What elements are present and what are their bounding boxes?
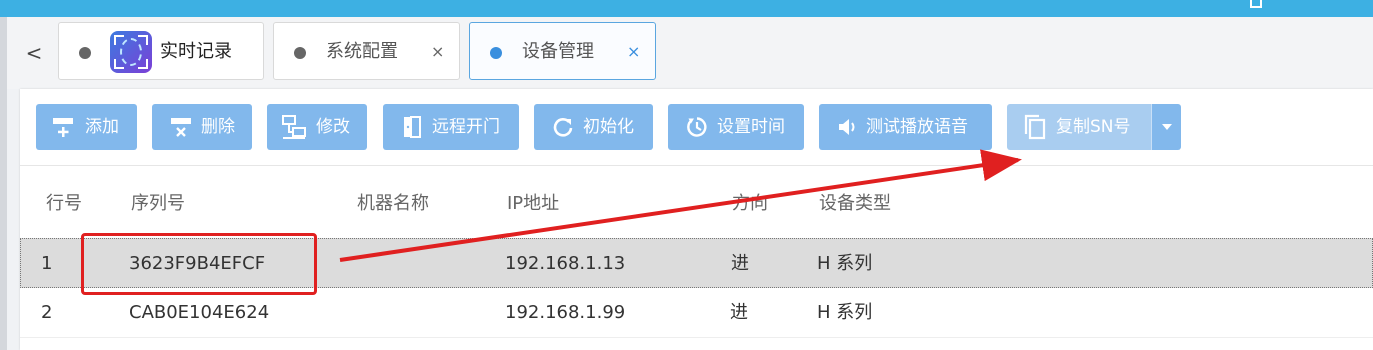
device-panel: 添加 删除 修改 远程开门 初始化 设置时间 测试播放语音 复制SN号 行号 序… (20, 89, 1373, 350)
cell-direction: 进 (731, 253, 749, 274)
toolbar: 添加 删除 修改 远程开门 初始化 设置时间 测试播放语音 复制SN号 (20, 89, 1373, 166)
remove-device-icon (171, 118, 191, 137)
edit-device-icon (282, 115, 306, 139)
cell-device-type: H 系列 (817, 253, 873, 274)
clock-icon (687, 117, 707, 137)
tab-system-config[interactable]: 系统配置 × (273, 22, 460, 80)
button-label: 添加 (85, 117, 119, 137)
initialize-button[interactable]: 初始化 (534, 104, 653, 150)
tab-label: 设备管理 (522, 41, 594, 62)
button-label: 初始化 (583, 117, 634, 137)
refresh-icon (553, 118, 573, 137)
cell-row-number: 2 (41, 302, 53, 323)
edit-button[interactable]: 修改 (267, 104, 367, 150)
column-header-device-type[interactable]: 设备类型 (819, 192, 891, 216)
close-icon[interactable]: × (627, 42, 640, 62)
tab-realtime-records[interactable]: 实时记录 (58, 22, 264, 80)
tab-status-dot (79, 47, 91, 59)
left-edge (0, 17, 7, 350)
tab-label: 系统配置 (326, 41, 398, 62)
tab-device-management[interactable]: 设备管理 × (469, 22, 656, 80)
tab-status-dot (490, 47, 502, 59)
add-device-icon (53, 118, 73, 137)
button-label: 修改 (316, 117, 350, 137)
cell-ip-address: 192.168.1.13 (505, 253, 626, 274)
button-label: 测试播放语音 (866, 117, 968, 137)
button-label: 远程开门 (432, 117, 500, 137)
set-time-button[interactable]: 设置时间 (668, 104, 804, 150)
annotation-highlight-box (81, 233, 317, 295)
copy-sn-dropdown-arrow[interactable] (1151, 104, 1181, 150)
delete-button[interactable]: 删除 (152, 104, 252, 150)
test-voice-button[interactable]: 测试播放语音 (819, 104, 992, 150)
cell-ip-address: 192.168.1.99 (505, 302, 626, 323)
copy-sn-button[interactable]: 复制SN号 (1007, 104, 1151, 150)
add-button[interactable]: 添加 (36, 104, 137, 150)
tab-label: 实时记录 (160, 41, 232, 62)
tab-status-dot (294, 47, 306, 59)
cell-direction: 进 (730, 302, 748, 323)
button-label: 删除 (201, 117, 235, 137)
column-header-ip-address[interactable]: IP地址 (507, 192, 559, 216)
remote-open-door-button[interactable]: 远程开门 (383, 104, 519, 150)
column-header-row-number[interactable]: 行号 (46, 192, 82, 216)
door-icon (404, 116, 421, 138)
cell-row-number: 1 (41, 253, 53, 274)
cell-serial-number: CAB0E104E624 (129, 302, 270, 323)
column-header-direction[interactable]: 方向 (732, 192, 768, 216)
fingerprint-app-icon (110, 31, 152, 73)
table-row[interactable]: 2 CAB0E104E624 192.168.1.99 进 H 系列 (20, 288, 1373, 338)
speaker-icon (839, 119, 855, 135)
tab-scroll-left-button[interactable]: < (22, 38, 46, 68)
close-icon[interactable]: × (431, 42, 444, 62)
column-header-serial-number[interactable]: 序列号 (131, 192, 185, 216)
copy-icon (1024, 114, 1046, 140)
button-label: 设置时间 (717, 117, 785, 137)
button-label: 复制SN号 (1056, 117, 1131, 137)
top-bar (0, 0, 1373, 17)
window-control-icon[interactable] (1250, 0, 1262, 8)
cell-device-type: H 系列 (817, 302, 873, 323)
table-header: 行号 序列号 机器名称 IP地址 方向 设备类型 (20, 166, 1373, 238)
column-header-machine-name[interactable]: 机器名称 (357, 192, 429, 216)
